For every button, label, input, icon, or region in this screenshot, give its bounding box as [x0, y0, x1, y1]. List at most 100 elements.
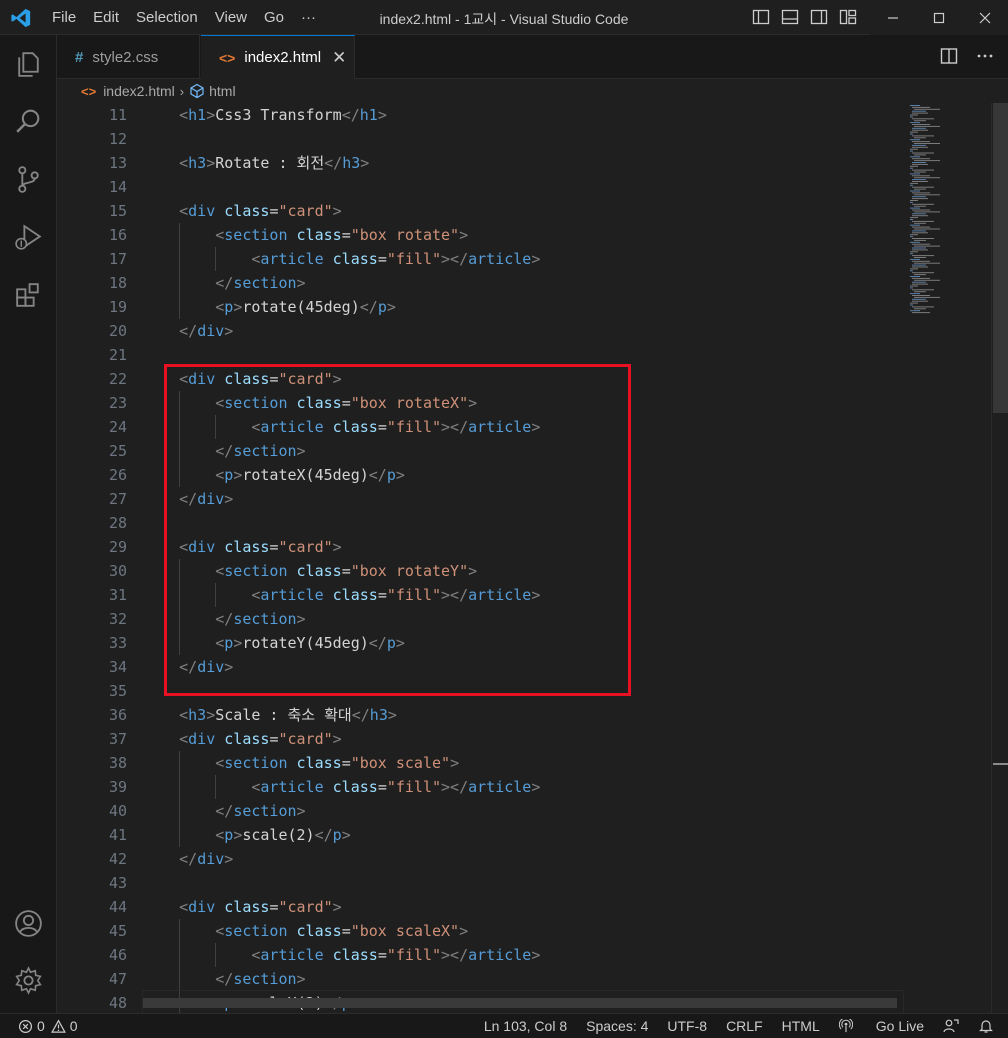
minimap-line	[912, 144, 926, 146]
code-line[interactable]: <section class="box rotate">	[143, 223, 903, 247]
title-bar: File Edit Selection View Go ··· index2.h…	[0, 0, 1008, 35]
close-tab-icon[interactable]: ✕	[332, 48, 346, 68]
code-line[interactable]: </div>	[143, 319, 903, 343]
feedback-icon[interactable]	[943, 1018, 959, 1034]
indent-guide	[215, 247, 217, 271]
code-line[interactable]: <div class="card">	[143, 895, 903, 919]
source-control-icon[interactable]	[12, 163, 45, 196]
editor-tabs: # style2.css <> index2.html ✕	[57, 35, 1008, 79]
code-line[interactable]: <p>rotate(45deg)</p>	[143, 295, 903, 319]
code-line[interactable]: <article class="fill"></article>	[143, 943, 903, 967]
indentation[interactable]: Spaces: 4	[586, 1018, 648, 1034]
minimap-line	[912, 283, 928, 285]
vertical-scrollbar[interactable]	[991, 103, 1008, 1013]
end-of-line[interactable]: CRLF	[726, 1018, 763, 1034]
code-line[interactable]: <h3>Scale : 축소 확대</h3>	[143, 703, 903, 727]
encoding[interactable]: UTF-8	[667, 1018, 707, 1034]
breadcrumb-file[interactable]: index2.html	[103, 83, 175, 99]
accounts-icon[interactable]	[12, 907, 45, 940]
minimap-line	[914, 171, 926, 173]
line-number: 18	[108, 274, 127, 292]
tab-label: style2.css	[92, 48, 159, 66]
line-number: 22	[108, 370, 127, 388]
minimap-line	[912, 281, 926, 283]
minimap-line	[912, 277, 930, 279]
more-actions-icon[interactable]	[976, 47, 994, 65]
code-line[interactable]: <h3>Rotate : 회전</h3>	[143, 151, 903, 175]
minimap-line	[914, 308, 926, 310]
minimap-line	[914, 211, 940, 213]
line-number: 42	[108, 850, 127, 868]
minimap-line	[910, 184, 913, 186]
minimap-line	[914, 279, 940, 281]
code-line[interactable]: </section>	[143, 271, 903, 295]
notifications-bell-icon[interactable]	[978, 1018, 994, 1034]
code-line[interactable]: </section>	[143, 967, 903, 991]
restore-icon	[933, 12, 945, 23]
minimap-line	[914, 154, 926, 156]
customize-layout-icon[interactable]	[839, 8, 857, 26]
minimap-line	[910, 293, 920, 295]
line-number: 44	[108, 898, 127, 916]
code-line[interactable]: <h1>Css3 Transform</h1>	[143, 103, 903, 127]
code-editor[interactable]: 11 12 13 14 15 16 17 18 19 20 21 22 23 24 25 26 27 28 29 30…	[57, 103, 1008, 1013]
code-line[interactable]: <div class="card">	[143, 727, 903, 751]
split-editor-icon[interactable]	[940, 47, 958, 65]
code-line[interactable]: </div>	[143, 847, 903, 871]
language-mode[interactable]: HTML	[782, 1018, 820, 1034]
toggle-secondary-sidebar-icon[interactable]	[810, 8, 828, 26]
line-number: 48	[108, 994, 127, 1012]
line-number: 26	[108, 466, 127, 484]
toggle-primary-sidebar-icon[interactable]	[752, 8, 770, 26]
code-line[interactable]	[143, 175, 903, 199]
search-icon[interactable]	[12, 105, 45, 138]
minimap-line	[912, 272, 934, 274]
code-line[interactable]: <article class="fill"></article>	[143, 775, 903, 799]
breadcrumb-symbol[interactable]: html	[209, 83, 235, 99]
indent-guide	[215, 775, 217, 799]
code-line[interactable]	[143, 871, 903, 895]
line-number: 39	[108, 778, 127, 796]
go-live-button[interactable]: Go Live	[838, 1018, 924, 1034]
code-line[interactable]: </section>	[143, 799, 903, 823]
horizontal-scrollbar-thumb[interactable]	[143, 998, 897, 1008]
minimap-line	[910, 122, 920, 124]
minimap-line	[912, 162, 926, 163]
problems-indicator[interactable]: 0 0	[18, 1018, 78, 1034]
minimap-line	[912, 300, 928, 302]
line-number: 27	[108, 490, 127, 508]
code-line[interactable]	[143, 127, 903, 151]
horizontal-scrollbar[interactable]	[143, 996, 897, 1010]
scrollbar-thumb[interactable]	[993, 103, 1008, 413]
indent-guide	[215, 943, 217, 967]
minimap[interactable]	[906, 103, 990, 1013]
code-line[interactable]: <article class="fill"></article>	[143, 247, 903, 271]
indent-guide	[179, 247, 181, 271]
minimap-line	[910, 251, 918, 253]
indent-guide	[179, 223, 181, 247]
minimize-window-button[interactable]	[870, 0, 916, 35]
line-number: 36	[108, 706, 127, 724]
code-line[interactable]: <section class="box scale">	[143, 751, 903, 775]
settings-gear-icon[interactable]	[12, 964, 45, 997]
toggle-panel-icon[interactable]	[781, 8, 799, 26]
close-window-button[interactable]	[962, 0, 1008, 35]
line-number: 32	[108, 610, 127, 628]
minimap-line	[914, 188, 926, 190]
code-line[interactable]: <section class="box scaleX">	[143, 919, 903, 943]
explorer-icon[interactable]	[12, 47, 45, 80]
tab-style2-css[interactable]: # style2.css	[57, 35, 200, 79]
extensions-icon[interactable]	[12, 279, 45, 312]
run-debug-icon[interactable]	[12, 221, 45, 254]
code-line[interactable]: <div class="card">	[143, 199, 903, 223]
maximize-window-button[interactable]	[916, 0, 962, 35]
minimap-line	[910, 217, 918, 219]
scrollbar-cursor-marker	[993, 763, 1008, 765]
minimap-line	[912, 295, 930, 296]
status-right: Ln 103, Col 8 Spaces: 4 UTF-8 CRLF HTML …	[465, 1018, 994, 1034]
indent-guide	[179, 799, 181, 823]
tab-index2-html[interactable]: <> index2.html ✕	[201, 35, 355, 79]
code-line[interactable]: <p>scale(2)</p>	[143, 823, 903, 847]
cursor-position[interactable]: Ln 103, Col 8	[484, 1018, 567, 1034]
minimap-line	[910, 236, 913, 238]
